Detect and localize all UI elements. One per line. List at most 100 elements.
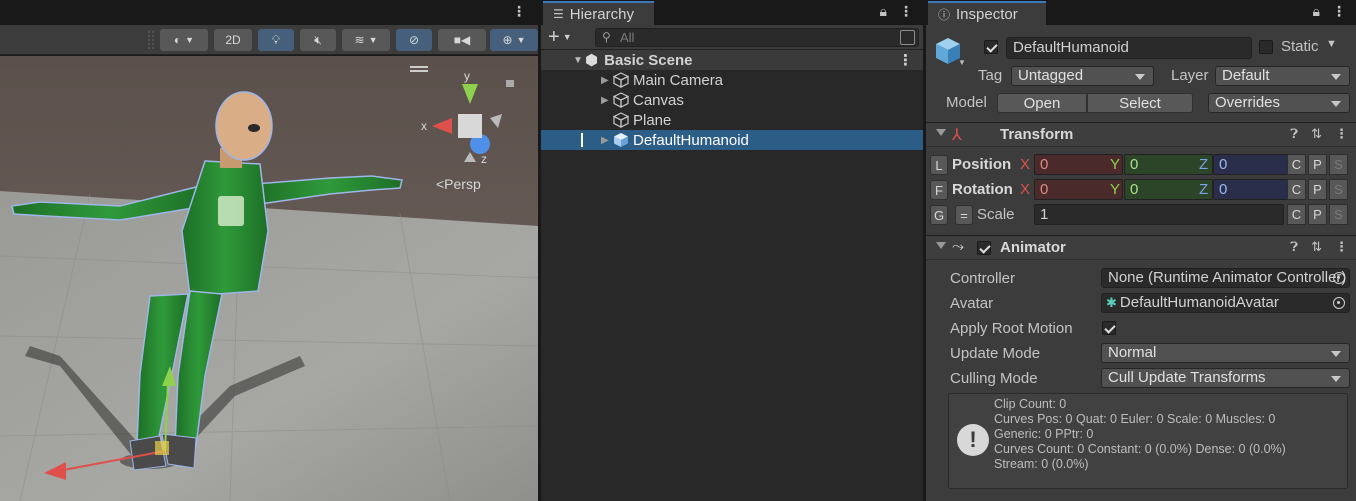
scene-menu-icon[interactable]: ⋮ (512, 3, 526, 20)
position-z-label: Z (1199, 156, 1209, 173)
culling-mode-dropdown[interactable]: Cull Update Transforms (1101, 368, 1350, 388)
preset-icon[interactable]: ⇅ (1311, 126, 1322, 142)
animator-header[interactable]: ⤳ Animator ❓︎ ⇅ ⋮ (926, 235, 1356, 260)
lighting-toggle[interactable]: 💡︎ (258, 29, 294, 51)
visibility-toggle[interactable]: ⊘ (396, 29, 432, 51)
object-name-field[interactable]: DefaultHumanoid (1006, 37, 1252, 59)
tab-hierarchy[interactable]: ☰ Hierarchy (543, 1, 654, 25)
audio-mute-icon: 🔇︎ (314, 32, 322, 47)
rename-caret (581, 133, 583, 147)
scene-menu-icon[interactable]: ⋮ (898, 51, 913, 69)
scene-expand-arrow[interactable]: ▼ (541, 55, 585, 66)
rotation-copy-button[interactable]: C (1287, 179, 1306, 200)
hierarchy-item[interactable]: ▶ Main Camera (541, 70, 923, 90)
scene-row[interactable]: ▼ ⬢ Basic Scene ⋮ (541, 50, 923, 70)
overrides-dropdown[interactable]: Overrides (1208, 93, 1350, 113)
rotation-snap-button[interactable]: S (1329, 179, 1348, 200)
controller-field[interactable]: None (Runtime Animator Controller) (1101, 268, 1350, 288)
tag-dropdown[interactable]: Untagged (1011, 66, 1154, 86)
audio-toggle[interactable]: 🔇︎ (300, 29, 336, 51)
info-line: Stream: 0 (0.0%) (994, 457, 1089, 471)
hierarchy-item[interactable]: ▶ DefaultHumanoid (541, 130, 923, 150)
object-picker-icon[interactable] (1333, 272, 1345, 284)
unity-scene-icon: ⬢ (585, 52, 599, 69)
gizmo-lock-icon (506, 80, 514, 87)
gameobject-cube-icon (613, 92, 633, 108)
rotation-paste-button[interactable]: P (1308, 179, 1327, 200)
update-mode-label: Update Mode (950, 345, 1041, 362)
foldout-arrow-icon[interactable] (936, 129, 946, 136)
lock-icon[interactable]: 🔒︎ (880, 3, 887, 20)
update-mode-dropdown[interactable]: Normal (1101, 343, 1350, 363)
static-checkbox[interactable] (1259, 40, 1273, 54)
scale-snap-button[interactable]: S (1329, 204, 1348, 225)
object-picker-icon[interactable] (1333, 297, 1345, 309)
apply-root-motion-label: Apply Root Motion (950, 320, 1073, 337)
rotation-label: Rotation (952, 181, 1013, 198)
gameobject-cube-icon (613, 112, 633, 128)
position-lock-button[interactable]: L (930, 155, 948, 175)
camera-button[interactable]: ■◀ (438, 29, 486, 51)
layer-dropdown[interactable]: Default (1215, 66, 1350, 86)
transform-header[interactable]: ⅄ Transform ❓︎ ⇅ ⋮ (926, 122, 1356, 147)
position-paste-button[interactable]: P (1308, 154, 1327, 175)
active-checkbox[interactable] (984, 40, 998, 54)
animator-enabled-checkbox[interactable] (977, 241, 991, 255)
avatar-value: DefaultHumanoidAvatar (1119, 294, 1279, 311)
chevron-down-icon[interactable]: ▼ (1326, 38, 1337, 50)
expand-arrow-icon[interactable]: ▶ (601, 135, 613, 146)
chevron-down-icon[interactable]: ▼ (958, 58, 966, 67)
chevron-down-icon: ▼ (185, 35, 195, 45)
gizmo-z-label: z (481, 152, 487, 166)
position-copy-button[interactable]: C (1287, 154, 1306, 175)
expand-arrow-icon[interactable]: ▶ (601, 75, 613, 86)
tab-inspector[interactable]: ⓘ Inspector (928, 1, 1046, 25)
hierarchy-item[interactable]: Plane (541, 110, 923, 130)
scene-viewport[interactable]: y x z <Persp (0, 56, 538, 501)
controller-label: Controller (950, 270, 1016, 287)
hierarchy-item-label: Plane (633, 111, 672, 129)
rotation-lock-button[interactable]: F (930, 180, 948, 200)
component-menu-icon[interactable]: ⋮ (1335, 126, 1348, 142)
draw-mode-button[interactable]: ◐ ▼ (160, 29, 208, 51)
effects-button[interactable]: ≋ ▼ (342, 29, 390, 51)
hierarchy-search-input[interactable]: ⚲ All (595, 28, 919, 47)
scale-paste-button[interactable]: P (1308, 204, 1327, 225)
help-icon[interactable]: ❓︎ (1290, 239, 1298, 255)
hierarchy-menu-icon[interactable]: ⋮ (899, 3, 913, 20)
gizmo-x-label: x (421, 119, 427, 133)
foldout-arrow-icon[interactable] (936, 242, 946, 249)
info-icon: ⓘ (938, 7, 951, 22)
gizmo-y-label: y (464, 69, 470, 83)
search-picker-icon[interactable] (900, 30, 915, 45)
projection-toggle[interactable]: <Persp (436, 176, 481, 192)
inspector-menu-icon[interactable]: ⋮ (1332, 3, 1346, 20)
scale-copy-button[interactable]: C (1287, 204, 1306, 225)
apply-root-motion-checkbox[interactable] (1102, 321, 1116, 335)
model-select-button[interactable]: Select (1087, 93, 1193, 113)
create-button[interactable]: + ▼ (548, 26, 572, 49)
expand-arrow-icon[interactable]: ▶ (601, 95, 613, 106)
lock-icon[interactable]: 🔒︎ (1313, 3, 1320, 20)
culling-mode-label: Culling Mode (950, 370, 1038, 387)
component-menu-icon[interactable]: ⋮ (1335, 239, 1348, 255)
scale-field[interactable]: 1 (1034, 204, 1284, 225)
gameobject-cube-icon[interactable] (934, 36, 960, 64)
scene-render: y x z (0, 56, 538, 501)
gameobject-cube-icon (613, 132, 633, 148)
preset-icon[interactable]: ⇅ (1311, 239, 1322, 255)
chevron-down-icon: ▼ (562, 32, 572, 42)
gizmos-button[interactable]: ⊕ ▼ (490, 29, 538, 51)
constrain-proportions-button[interactable]: = (955, 205, 973, 225)
position-snap-button[interactable]: S (1329, 154, 1348, 175)
mode-2d-button[interactable]: 2D (214, 29, 252, 51)
scale-lock-button[interactable]: G (930, 205, 948, 225)
chevron-down-icon: ▼ (368, 35, 378, 45)
avatar-field[interactable]: ✱ DefaultHumanoidAvatar (1101, 293, 1350, 313)
model-open-button[interactable]: Open (997, 93, 1087, 113)
tag-label: Tag (978, 67, 1003, 84)
scale-label: Scale (977, 206, 1015, 223)
help-icon[interactable]: ❓︎ (1290, 126, 1298, 142)
camera-icon: ■◀ (453, 33, 471, 47)
hierarchy-item[interactable]: ▶ Canvas (541, 90, 923, 110)
